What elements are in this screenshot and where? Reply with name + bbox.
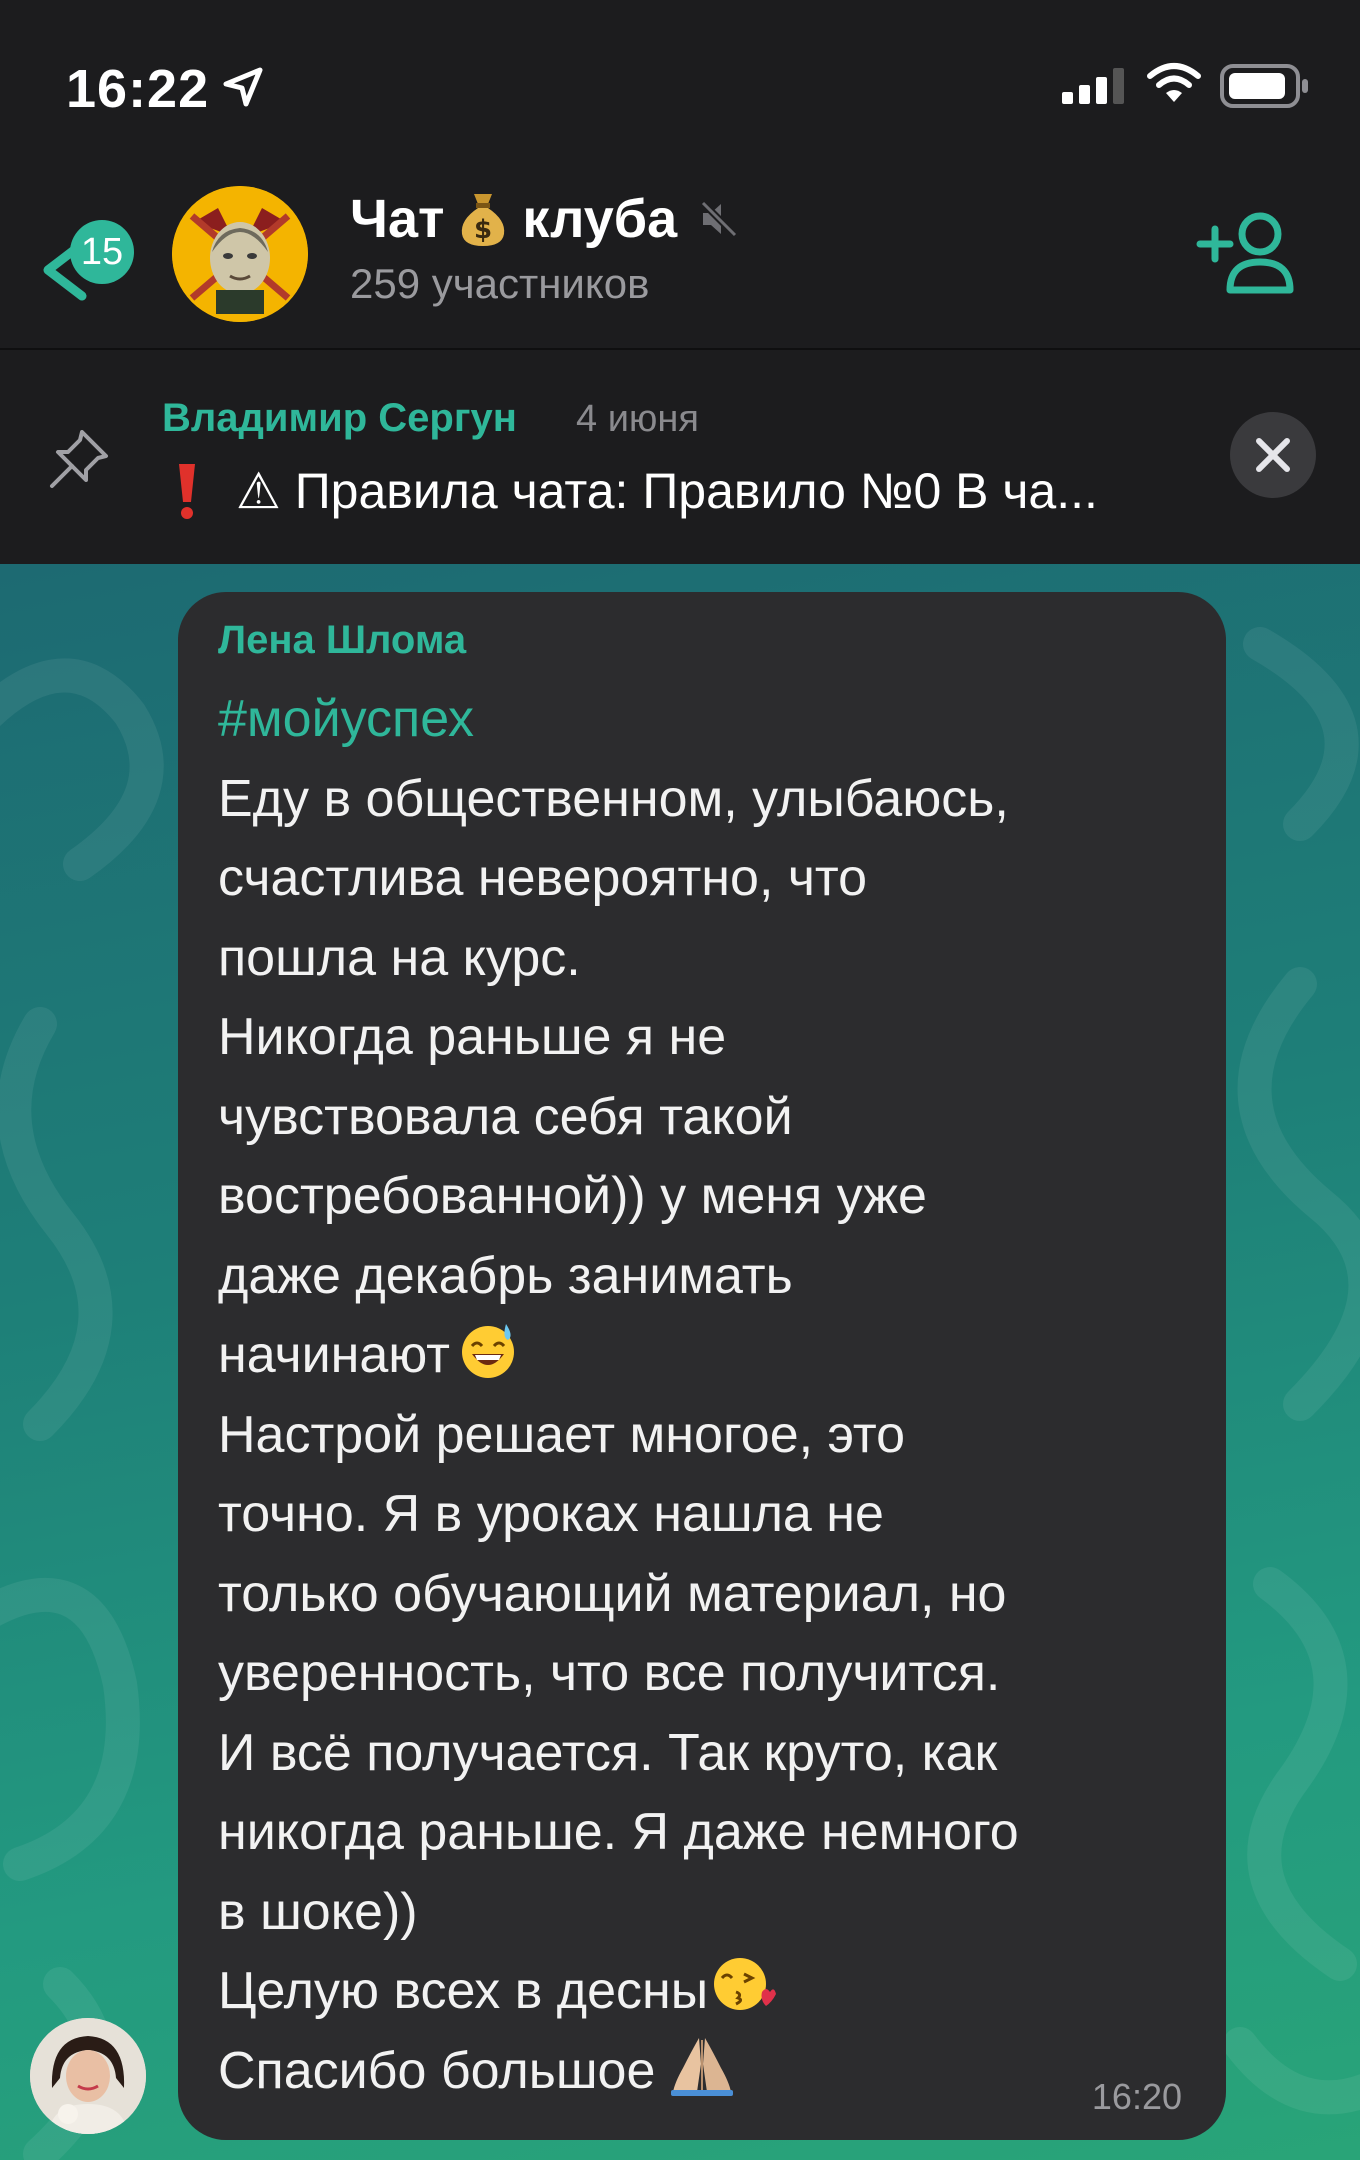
message-line: Еду в общественном, улыбаюсь, xyxy=(218,769,1009,828)
message-line: востребованной)) у меня уже xyxy=(218,1167,927,1225)
signal-icon xyxy=(1062,68,1124,104)
wifi-icon xyxy=(1147,63,1201,102)
message-line-with-emoji: начинают xyxy=(218,1316,1218,1396)
message-line-text: Спасибо большое xyxy=(218,2041,656,2100)
message-line: уверенность, что все получится. xyxy=(218,1644,1001,1702)
chat-title-part2: клуба xyxy=(522,189,678,249)
sweat-smile-emoji xyxy=(461,1324,514,1378)
back-button[interactable]: 15 xyxy=(40,200,140,320)
pinned-message-bar[interactable]: Владимир Сергун 4 июня ⚠ Правила чата: П… xyxy=(0,352,1360,564)
svg-text:$: $ xyxy=(474,215,492,245)
message-line: Никогда раньше я не xyxy=(218,1008,727,1066)
message-line: И всё получается. Так круто, как xyxy=(218,1723,998,1782)
sender-avatar[interactable] xyxy=(30,2018,146,2134)
message-author[interactable]: Лена Шлома xyxy=(218,618,466,663)
pin-icon xyxy=(50,430,108,488)
message-time: 16:20 xyxy=(1091,2076,1182,2117)
message-line: счастлива невероятно, что xyxy=(218,849,868,907)
message-bubble[interactable]: Лена Шлома #мойуспех Еду в общественном,… xyxy=(178,592,1226,2140)
kiss-emoji xyxy=(714,1958,777,2010)
message-line-with-emoji: Спасибо большое xyxy=(218,2032,1218,2112)
battery-icon xyxy=(1220,64,1308,108)
pinned-date: 4 июня xyxy=(576,398,699,440)
message-line: точно. Я в уроках нашла не xyxy=(218,1485,884,1543)
money-bag-icon: $ xyxy=(462,194,505,246)
pray-emoji xyxy=(671,2037,734,2096)
status-bar: 16:22 xyxy=(0,0,1360,170)
message-hashtag[interactable]: #мойуспех xyxy=(218,680,1218,760)
exclamation-icon xyxy=(179,464,195,519)
chat-title[interactable]: Чат $ клуба xyxy=(350,188,739,250)
chat-avatar[interactable] xyxy=(172,186,308,322)
message-line: чувствовала себя такой xyxy=(218,1087,793,1146)
message-line: только обучающий материал, но xyxy=(218,1564,1007,1623)
chat-title-part1: Чат xyxy=(350,189,445,249)
message-line: никогда раньше. Я даже немного xyxy=(218,1803,1019,1861)
location-arrow-icon xyxy=(223,67,263,107)
chat-member-count: 259 участников xyxy=(350,260,650,307)
message-line: даже декабрь занимать xyxy=(218,1246,793,1305)
message-line-with-emoji: Целую всех в десны xyxy=(218,1952,1218,2032)
message-line: Настрой решает многое, это xyxy=(218,1405,906,1464)
message-line-text: начинают xyxy=(218,1326,450,1384)
pinned-text: ⚠ Правила чата: Правило №0 В ча... xyxy=(236,463,1098,519)
message-line: в шоке)) xyxy=(218,1882,418,1941)
message-line: пошла на курс. xyxy=(218,928,581,987)
unread-badge: 15 xyxy=(70,220,134,284)
add-member-icon[interactable] xyxy=(1196,210,1300,296)
mute-icon xyxy=(700,200,738,238)
close-icon xyxy=(1256,438,1290,472)
pinned-author: Владимир Сергун xyxy=(162,396,517,440)
message-line-text: Целую всех в десны xyxy=(218,1962,709,2020)
status-time: 16:22 xyxy=(66,59,210,119)
chat-header: 15 Чат $ клуба 259 участников xyxy=(0,170,1360,350)
message-text: #мойуспех Еду в общественном, улыбаюсь, … xyxy=(218,680,1218,2111)
pinned-close-button[interactable] xyxy=(1230,412,1316,498)
